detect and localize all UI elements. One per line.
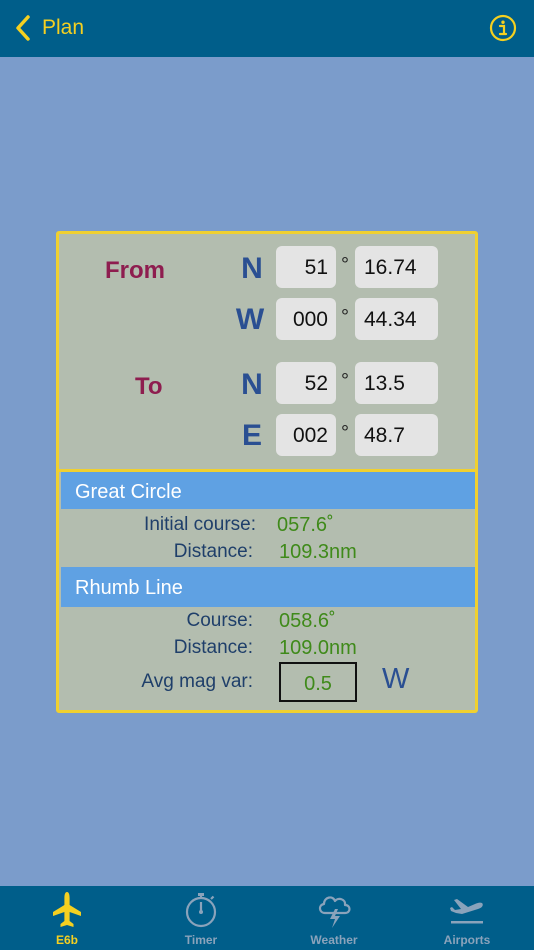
route-calculator-panel: From N 51 ° 16.74 W 000 ° 44.34 To N 52 … (56, 231, 478, 713)
storm-cloud-icon (318, 896, 351, 928)
departure-icon (450, 899, 483, 924)
rl-distance-label: Distance: (173, 637, 253, 658)
gc-distance-label: Distance: (173, 541, 253, 562)
tab-weather-label: Weather (310, 933, 358, 947)
tab-timer-label: Timer (184, 933, 218, 947)
mag-var-label: Avg mag var: (141, 671, 253, 692)
from-lon-hemisphere[interactable]: W (230, 303, 270, 337)
to-lat-degrees-field[interactable]: 52 (276, 362, 336, 404)
results-section: Great Circle Initial course: 057.6˚ Dist… (58, 469, 476, 709)
to-lon-hemisphere[interactable]: E (232, 419, 272, 453)
stopwatch-icon (185, 893, 217, 928)
degree-symbol: ° (341, 254, 349, 276)
info-icon (489, 14, 517, 42)
back-button[interactable]: Plan (14, 13, 84, 43)
airplane-icon (53, 892, 81, 927)
back-label: Plan (42, 16, 85, 39)
tab-weather[interactable]: Weather (267, 886, 401, 950)
from-lat-degrees-field[interactable]: 51 (276, 246, 336, 288)
mag-var-field[interactable]: 0.5 (279, 662, 357, 702)
to-lat-hemisphere[interactable]: N (232, 368, 272, 402)
rl-distance-value: 109.0nm (279, 637, 357, 659)
to-lon-degrees-field[interactable]: 002 (276, 414, 336, 456)
to-lon-minutes-field[interactable]: 48.7 (355, 414, 438, 456)
tab-e6b[interactable]: E6b (0, 886, 134, 950)
great-circle-header: Great Circle (61, 472, 475, 509)
to-label: To (135, 373, 163, 400)
info-button[interactable] (489, 14, 517, 42)
rl-course-label: Course: (186, 610, 253, 631)
initial-course-value: 057.6˚ (277, 514, 334, 536)
degree-symbol: ° (341, 306, 349, 328)
tab-e6b-label: E6b (55, 933, 78, 947)
gc-distance-value: 109.3nm (279, 541, 357, 563)
mag-var-direction[interactable]: W (382, 663, 409, 696)
tab-airports[interactable]: Airports (400, 886, 534, 950)
navigation-bar: Plan (0, 0, 534, 57)
from-lat-hemisphere[interactable]: N (232, 252, 272, 286)
tab-timer[interactable]: Timer (134, 886, 268, 950)
to-lat-minutes-field[interactable]: 13.5 (355, 362, 438, 404)
rl-course-value: 058.6˚ (279, 610, 336, 632)
rhumb-line-header: Rhumb Line (61, 567, 475, 607)
from-label: From (105, 257, 165, 284)
chevron-left-icon (16, 15, 30, 41)
degree-symbol: ° (341, 422, 349, 444)
initial-course-label: Initial course: (144, 514, 256, 535)
from-lon-minutes-field[interactable]: 44.34 (355, 298, 438, 340)
tab-airports-label: Airports (443, 933, 491, 947)
from-lat-minutes-field[interactable]: 16.74 (355, 246, 438, 288)
from-lon-degrees-field[interactable]: 000 (276, 298, 336, 340)
degree-symbol: ° (341, 370, 349, 392)
tab-bar: E6b Timer Weather Airports (0, 886, 534, 950)
